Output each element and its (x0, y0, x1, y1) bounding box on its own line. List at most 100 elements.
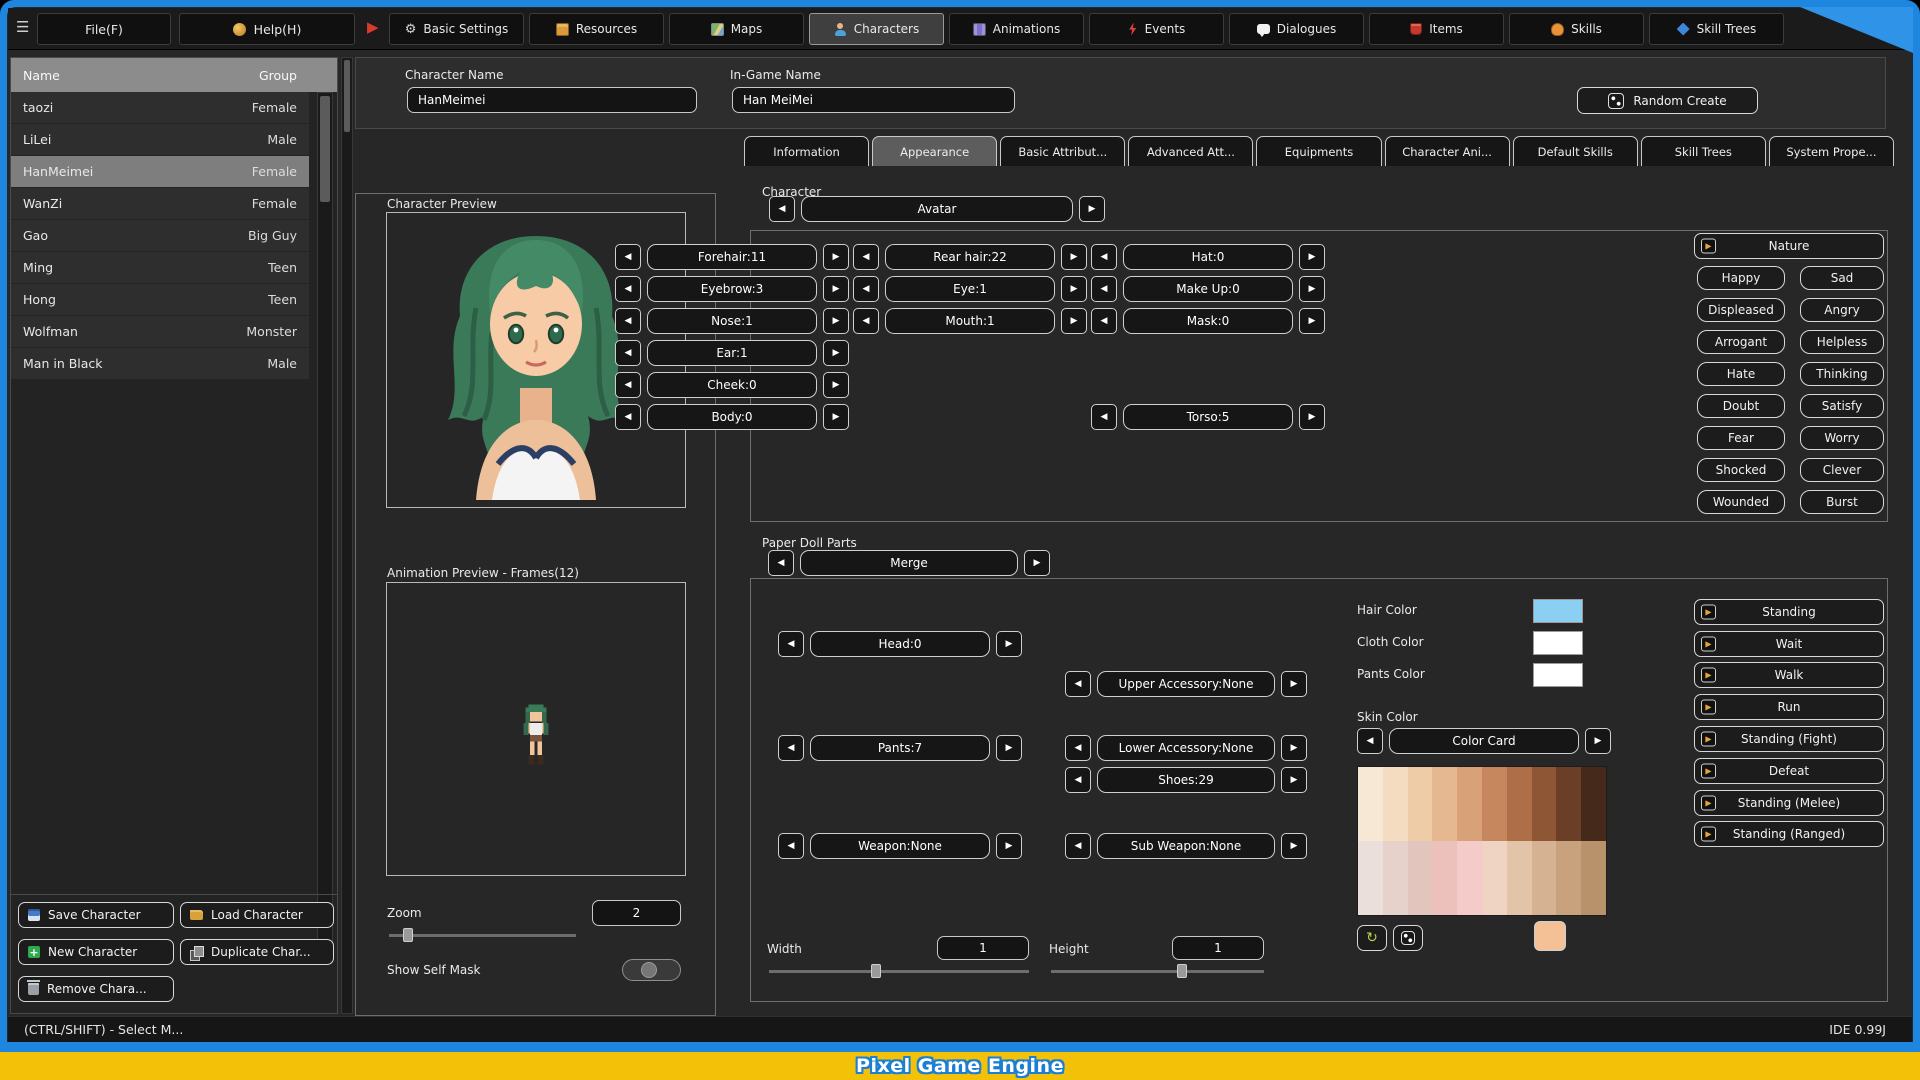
zoom-slider[interactable] (389, 928, 576, 942)
next-arrow-button[interactable]: ▶ (1061, 308, 1087, 334)
emotion-burst-button[interactable]: Burst (1800, 490, 1884, 514)
show-self-mask-toggle[interactable] (622, 959, 681, 981)
prev-arrow-button[interactable]: ◀ (1065, 671, 1091, 697)
refresh-color-button[interactable]: ↻ (1357, 925, 1387, 951)
selected-skin-swatch[interactable] (1534, 921, 1566, 951)
pants-value[interactable]: Pants:7 (810, 735, 990, 761)
emotion-satisfy-button[interactable]: Satisfy (1800, 394, 1884, 418)
tab-basic-attributes[interactable]: Basic Attribut... (1000, 136, 1126, 166)
prev-arrow-button[interactable]: ◀ (778, 735, 804, 761)
emotion-fear-button[interactable]: Fear (1697, 426, 1785, 450)
panel-scrollbar-thumb[interactable] (344, 60, 350, 132)
anim-walk-button[interactable]: ▶ Walk (1694, 662, 1884, 688)
skin-swatch[interactable] (1531, 841, 1557, 915)
merge-spinner-value[interactable]: Merge (800, 550, 1018, 576)
nav-tab-characters[interactable]: Characters (809, 13, 944, 45)
skin-swatch[interactable] (1407, 841, 1433, 915)
prev-arrow-button[interactable]: ◀ (853, 276, 879, 302)
emotion-sad-button[interactable]: Sad (1800, 266, 1884, 290)
height-slider[interactable] (1051, 964, 1264, 978)
prev-arrow-button[interactable]: ◀ (1091, 244, 1117, 270)
color-card-value[interactable]: Color Card (1389, 728, 1579, 754)
skin-swatch[interactable] (1581, 841, 1606, 915)
character-row[interactable]: Man in Black Male (11, 348, 309, 380)
skin-swatch[interactable] (1382, 841, 1408, 915)
nav-tab-resources[interactable]: Resources (529, 13, 664, 45)
nav-tab-dialogues[interactable]: Dialogues (1229, 13, 1364, 45)
rear-hair-value[interactable]: Rear hair:22 (885, 244, 1055, 270)
body-value[interactable]: Body:0 (647, 404, 817, 430)
hat-value[interactable]: Hat:0 (1123, 244, 1293, 270)
random-create-button[interactable]: Random Create (1577, 87, 1758, 114)
emotion-happy-button[interactable]: Happy (1697, 266, 1785, 290)
sub-weapon-value[interactable]: Sub Weapon:None (1097, 833, 1275, 859)
next-arrow-button[interactable]: ▶ (1061, 244, 1087, 270)
width-slider-track[interactable] (769, 970, 1029, 973)
help-menu[interactable]: Help(H) (179, 13, 355, 45)
skin-swatch[interactable] (1506, 841, 1532, 915)
emotion-clever-button[interactable]: Clever (1800, 458, 1884, 482)
zoom-value[interactable]: 2 (592, 900, 681, 926)
hamburger-menu-icon[interactable]: ☰ (16, 18, 29, 36)
hair-color-swatch[interactable] (1533, 599, 1583, 623)
next-arrow-button[interactable]: ▶ (1281, 671, 1307, 697)
new-character-button[interactable]: + New Character (18, 939, 174, 965)
character-row[interactable]: Ming Teen (11, 252, 309, 284)
anim-standing-ranged-button[interactable]: ▶ Standing (Ranged) (1694, 821, 1884, 847)
avatar-spinner-value[interactable]: Avatar (801, 196, 1073, 222)
prev-arrow-button[interactable]: ◀ (1065, 833, 1091, 859)
next-arrow-button[interactable]: ▶ (1281, 767, 1307, 793)
lower-accessory-value[interactable]: Lower Accessory:None (1097, 735, 1275, 761)
shoes-value[interactable]: Shoes:29 (1097, 767, 1275, 793)
next-arrow-button[interactable]: ▶ (1281, 735, 1307, 761)
prev-arrow-button[interactable]: ◀ (1091, 276, 1117, 302)
upper-accessory-value[interactable]: Upper Accessory:None (1097, 671, 1275, 697)
prev-arrow-button[interactable]: ◀ (615, 340, 641, 366)
cloth-color-swatch[interactable] (1533, 631, 1583, 655)
nav-tab-skills[interactable]: Skills (1509, 13, 1644, 45)
prev-arrow-button[interactable]: ◀ (615, 276, 641, 302)
ingame-name-input[interactable] (732, 87, 1015, 113)
next-arrow-button[interactable]: ▶ (996, 735, 1022, 761)
tab-default-skills[interactable]: Default Skills (1512, 136, 1638, 166)
prev-arrow-button[interactable]: ◀ (769, 196, 795, 222)
zoom-slider-thumb[interactable] (403, 928, 413, 942)
skin-swatch[interactable] (1432, 841, 1458, 915)
tab-system-properties[interactable]: System Prope... (1768, 136, 1894, 166)
next-arrow-button[interactable]: ▶ (823, 276, 849, 302)
prev-arrow-button[interactable]: ◀ (615, 308, 641, 334)
emotion-hate-button[interactable]: Hate (1697, 362, 1785, 386)
skin-swatch[interactable] (1506, 767, 1532, 841)
save-character-button[interactable]: Save Character (18, 902, 174, 928)
ear-value[interactable]: Ear:1 (647, 340, 817, 366)
skin-swatch[interactable] (1481, 841, 1507, 915)
anim-standing-button[interactable]: ▶ Standing (1694, 599, 1884, 625)
nav-tab-events[interactable]: Events (1089, 13, 1224, 45)
eye-value[interactable]: Eye:1 (885, 276, 1055, 302)
height-slider-thumb[interactable] (1177, 964, 1187, 978)
skin-swatch[interactable] (1556, 767, 1582, 841)
next-arrow-button[interactable]: ▶ (823, 372, 849, 398)
character-row[interactable]: Hong Teen (11, 284, 309, 316)
makeup-value[interactable]: Make Up:0 (1123, 276, 1293, 302)
emotion-worry-button[interactable]: Worry (1800, 426, 1884, 450)
prev-arrow-button[interactable]: ◀ (768, 550, 794, 576)
width-slider[interactable] (769, 964, 1029, 978)
next-arrow-button[interactable]: ▶ (1299, 308, 1325, 334)
next-arrow-button[interactable]: ▶ (1079, 196, 1105, 222)
next-arrow-button[interactable]: ▶ (1061, 276, 1087, 302)
prev-arrow-button[interactable]: ◀ (1357, 728, 1383, 754)
height-slider-track[interactable] (1051, 970, 1264, 973)
skin-swatch[interactable] (1432, 767, 1458, 841)
width-value[interactable]: 1 (937, 936, 1029, 960)
zoom-slider-track[interactable] (389, 934, 576, 937)
mask-value[interactable]: Mask:0 (1123, 308, 1293, 334)
anim-standing-fight-button[interactable]: ▶ Standing (Fight) (1694, 726, 1884, 752)
emotion-arrogant-button[interactable]: Arrogant (1697, 330, 1785, 354)
emotion-nature-button[interactable]: ▶ Nature (1694, 233, 1884, 259)
next-arrow-button[interactable]: ▶ (823, 308, 849, 334)
anim-run-button[interactable]: ▶ Run (1694, 694, 1884, 720)
next-arrow-button[interactable]: ▶ (1299, 244, 1325, 270)
nose-value[interactable]: Nose:1 (647, 308, 817, 334)
prev-arrow-button[interactable]: ◀ (1091, 308, 1117, 334)
